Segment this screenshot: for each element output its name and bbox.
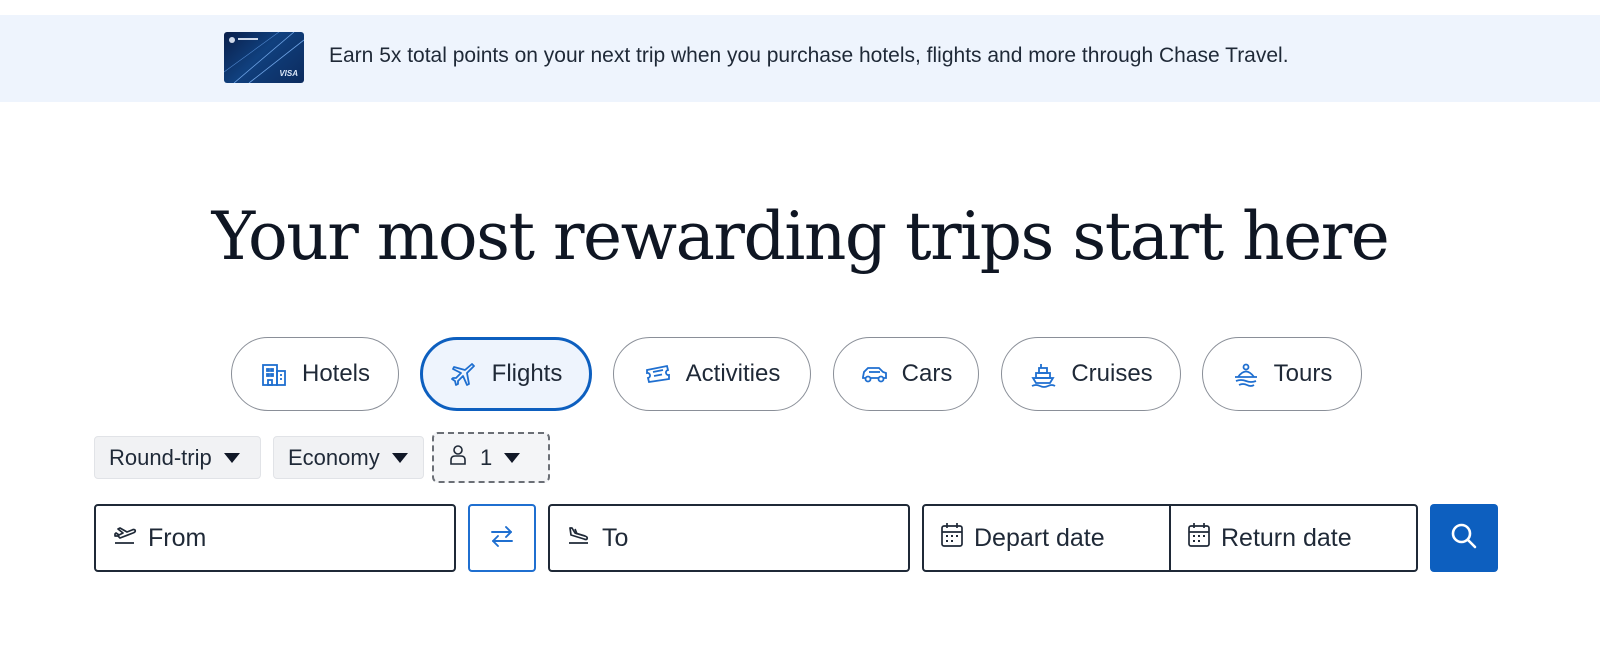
- calendar-icon: [1187, 522, 1211, 555]
- from-field[interactable]: From: [94, 504, 456, 572]
- cabin-class-select[interactable]: Economy: [273, 436, 424, 479]
- depart-placeholder: Depart date: [974, 523, 1105, 552]
- tab-cruises[interactable]: Cruises: [1001, 337, 1181, 411]
- tab-flights[interactable]: Flights: [420, 337, 592, 411]
- tab-tours[interactable]: Tours: [1202, 337, 1362, 411]
- tab-label: Cruises: [1071, 360, 1153, 387]
- tour-icon: [1232, 360, 1260, 388]
- calendar-icon: [940, 522, 964, 555]
- tab-label: Hotels: [301, 360, 371, 387]
- swap-arrows-icon: [488, 522, 516, 555]
- banner-text: Earn 5x total points on your next trip w…: [329, 44, 1289, 67]
- to-field[interactable]: To: [548, 504, 910, 572]
- tab-label: Flights: [491, 360, 563, 387]
- tab-label: Tours: [1273, 360, 1333, 387]
- cabin-class-value: Economy: [288, 444, 380, 470]
- caret-down-icon: [223, 452, 240, 463]
- tab-label: Cars: [901, 360, 953, 387]
- return-placeholder: Return date: [1221, 523, 1352, 552]
- caret-down-icon: [391, 452, 408, 463]
- swap-button[interactable]: [468, 504, 536, 572]
- plane-icon: [450, 360, 478, 388]
- credit-card-image: VISA: [224, 32, 304, 83]
- page-title: Your most rewarding trips start here: [211, 198, 1390, 275]
- travelers-value: 1: [480, 444, 493, 470]
- person-icon: [448, 444, 468, 472]
- car-icon: [860, 360, 888, 388]
- tab-cars[interactable]: Cars: [833, 337, 979, 411]
- plane-takeoff-icon: [112, 524, 138, 553]
- caret-down-icon: [504, 452, 521, 463]
- visa-logo: VISA: [279, 69, 298, 78]
- tab-activities[interactable]: Activities: [613, 337, 811, 411]
- search-button[interactable]: [1430, 504, 1498, 572]
- plane-landing-icon: [566, 524, 592, 553]
- trip-type-value: Round-trip: [109, 444, 212, 470]
- promo-banner: VISA Earn 5x total points on your next t…: [0, 15, 1600, 102]
- ticket-icon: [644, 360, 672, 388]
- to-placeholder: To: [602, 523, 629, 552]
- travelers-select[interactable]: 1: [432, 432, 550, 483]
- tab-hotels[interactable]: Hotels: [231, 337, 399, 411]
- hotel-icon: [260, 360, 288, 388]
- trip-type-select[interactable]: Round-trip: [94, 436, 261, 479]
- search-icon: [1449, 521, 1479, 556]
- from-placeholder: From: [148, 523, 207, 552]
- depart-date-field[interactable]: Depart date: [922, 504, 1171, 572]
- return-date-field[interactable]: Return date: [1169, 504, 1418, 572]
- tab-label: Activities: [685, 360, 781, 387]
- ship-icon: [1029, 360, 1057, 388]
